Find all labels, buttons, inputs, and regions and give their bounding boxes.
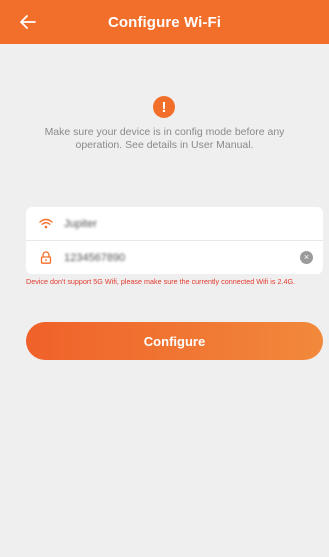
header-bar: Configure Wi-Fi bbox=[0, 0, 329, 44]
clear-icon[interactable]: × bbox=[300, 251, 313, 264]
ssid-value[interactable]: Jupiter bbox=[64, 218, 97, 230]
arrow-left-icon bbox=[20, 15, 36, 29]
exclamation-icon: ! bbox=[153, 96, 175, 118]
wifi-hint-text: Device don't support 5G Wifi, please mak… bbox=[26, 277, 296, 286]
wifi-form: Jupiter 1234567890 × bbox=[26, 207, 323, 274]
password-value[interactable]: 1234567890 bbox=[64, 252, 125, 264]
page-title: Configure Wi-Fi bbox=[107, 13, 221, 31]
lock-icon bbox=[36, 251, 56, 264]
configure-button[interactable]: Configure bbox=[26, 322, 323, 360]
ssid-field[interactable]: Jupiter bbox=[26, 207, 323, 241]
back-button[interactable] bbox=[10, 0, 46, 44]
password-field[interactable]: 1234567890 × bbox=[26, 241, 323, 274]
notice-text: Make sure your device is in config mode … bbox=[44, 126, 285, 151]
wifi-icon bbox=[36, 218, 56, 229]
